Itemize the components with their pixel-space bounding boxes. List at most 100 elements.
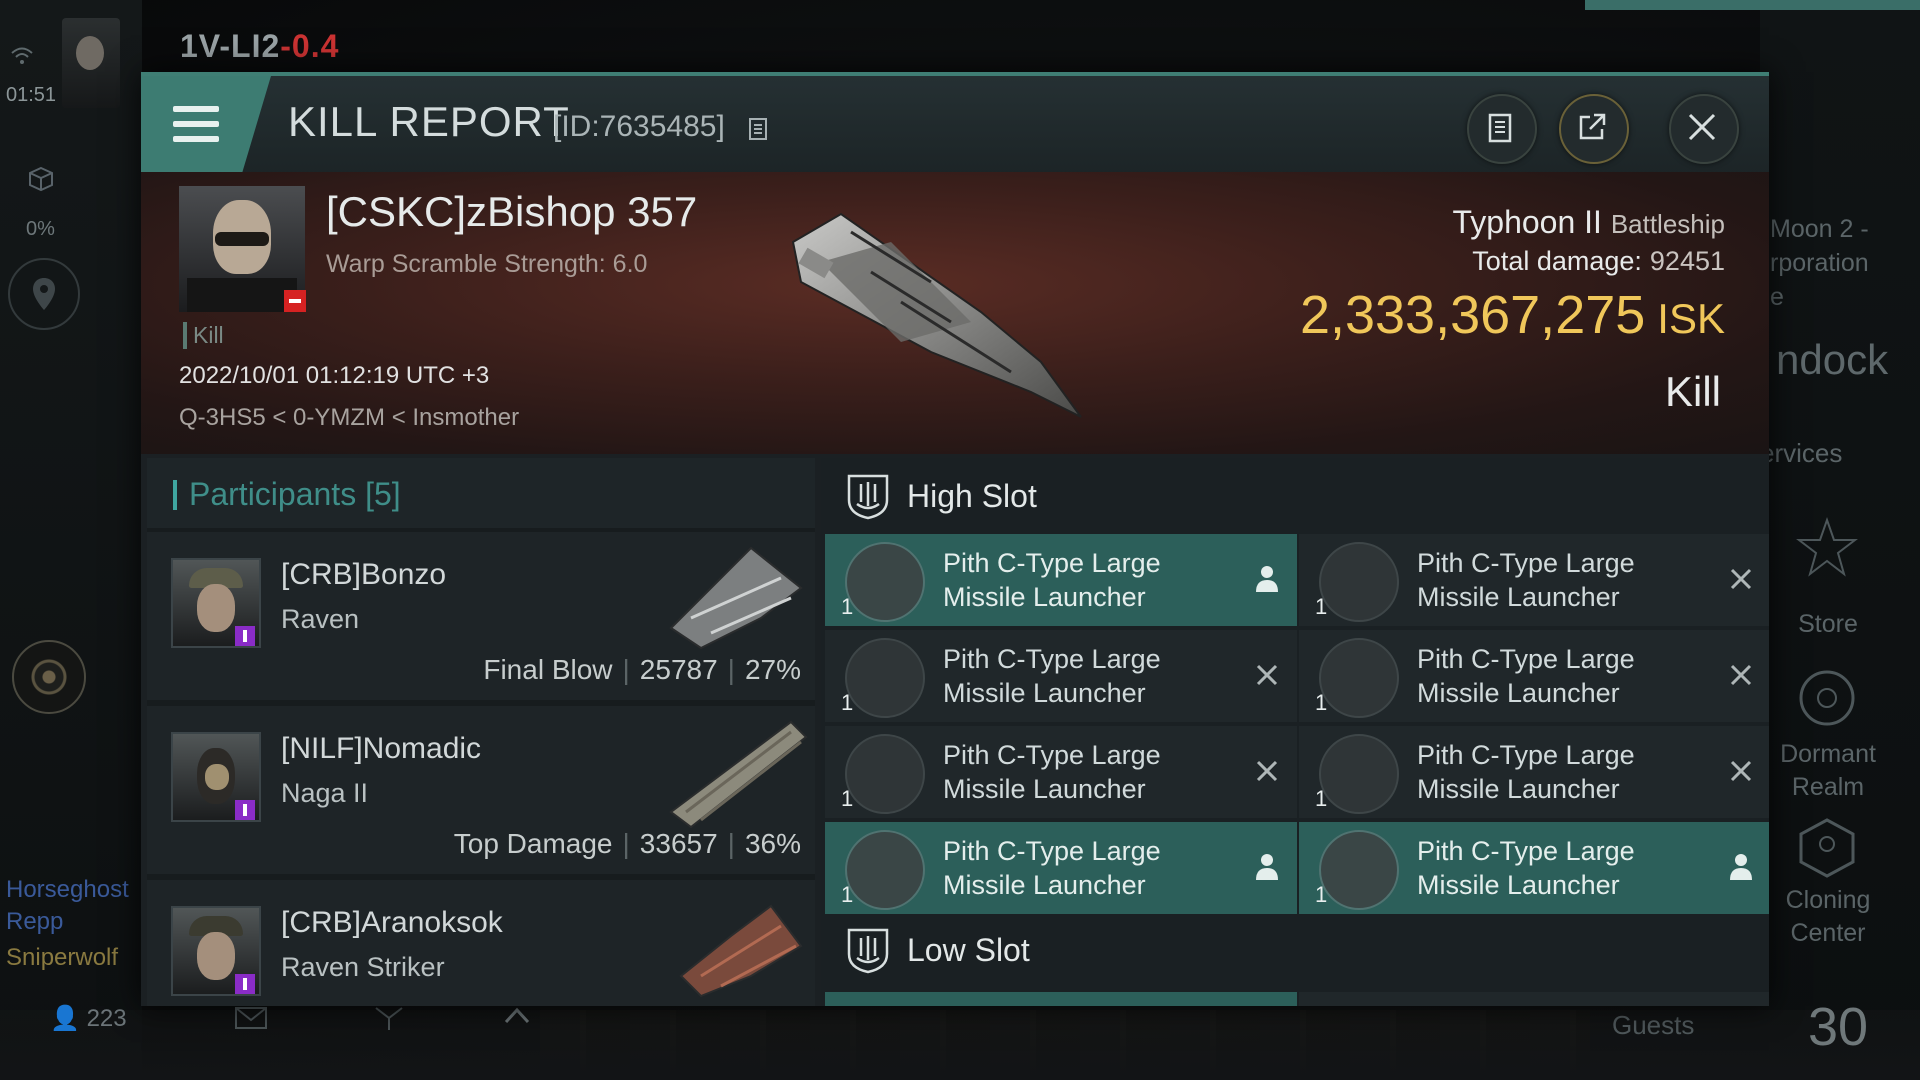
participant-ship-image <box>679 904 803 998</box>
low-slot-header[interactable]: Low Slot <box>821 912 1769 988</box>
module-quantity: 1 <box>1315 882 1328 907</box>
slot-item[interactable]: 1 Pith C-Type Large Missile Launcher <box>1299 822 1769 914</box>
destroyed-icon <box>1256 760 1278 782</box>
dormant-realm-button[interactable]: Dormant Realm <box>1758 738 1898 804</box>
participant-name: [CRB]Aranoksok <box>281 906 503 939</box>
participant-ship: Raven Striker <box>281 952 445 982</box>
module-name: Pith C-Type Large Missile Launcher <box>943 836 1161 900</box>
store-button[interactable]: Store <box>1758 608 1898 641</box>
moon-label: Moon 2 - rporation e <box>1770 215 1869 311</box>
participant-name: [NILF]Nomadic <box>281 732 482 765</box>
slot-item[interactable]: 1 Pith C-Type Large Missile Launcher <box>1299 726 1769 818</box>
standing-badge <box>235 626 255 646</box>
module-quantity: 1 <box>841 594 854 619</box>
participant-name: [CRB]Bonzo <box>281 558 447 591</box>
cloning-center-icon <box>1799 818 1855 878</box>
slot-item-partial[interactable] <box>1299 992 1769 1006</box>
fitting-panel: High Slot 1 Pith C-Type Large Missile La… <box>821 458 1769 1006</box>
chat-name-3[interactable]: Sniperwolf <box>6 944 118 972</box>
slot-item-partial[interactable] <box>825 992 1297 1006</box>
slot-item[interactable]: 1 Pith C-Type Large Missile Launcher <box>825 534 1297 626</box>
close-icon <box>1688 113 1716 141</box>
guests-count: 30 <box>1808 997 1869 1057</box>
pilot-icon <box>1256 566 1278 592</box>
chat-name-1[interactable]: Horseghost <box>6 876 129 904</box>
hostile-badge <box>284 290 306 312</box>
chevron-up-icon[interactable] <box>500 1002 534 1030</box>
wifi-icon <box>11 47 33 64</box>
slot-item[interactable]: 1 Pith C-Type Large Missile Launcher <box>825 726 1297 818</box>
destroyed-icon <box>1730 664 1752 686</box>
module-icon <box>845 638 925 718</box>
cloning-center-button[interactable]: Cloning Center <box>1758 884 1898 950</box>
kill-date: 2022/10/01 01:12:19 UTC +3 <box>179 362 490 389</box>
dialog-title: KILL REPORT <box>288 98 570 145</box>
module-quantity: 1 <box>841 882 854 907</box>
local-count[interactable]: 👤 223 <box>50 1004 127 1033</box>
module-name: Pith C-Type Large Missile Launcher <box>1417 836 1635 900</box>
store-icon <box>1796 516 1858 577</box>
slot-item[interactable]: 1 Pith C-Type Large Missile Launcher <box>1299 534 1769 626</box>
module-icon <box>1319 542 1399 622</box>
participants-header[interactable]: Participants [5] <box>147 458 815 528</box>
module-quantity: 1 <box>1315 786 1328 811</box>
top-accent-bar <box>1585 0 1920 10</box>
filter-icon[interactable] <box>372 1004 406 1032</box>
participant-damage: 33657 <box>639 828 718 859</box>
guests-label[interactable]: Guests <box>1612 1010 1694 1041</box>
player-avatar[interactable] <box>62 18 120 108</box>
location-button[interactable] <box>8 258 80 330</box>
low-slot-icon <box>847 928 889 974</box>
copy-icon[interactable] <box>747 116 769 142</box>
high-slot-header[interactable]: High Slot <box>821 458 1769 534</box>
participant-label: Final Blow <box>483 654 613 685</box>
system-name[interactable]: 1V-LI2-0.4 <box>180 28 339 65</box>
ship-class: Battleship <box>1610 209 1725 239</box>
cargo-percent: 0% <box>26 218 55 240</box>
undock-button[interactable]: ndock <box>1776 336 1888 384</box>
module-icon <box>845 830 925 910</box>
destroyed-icon <box>1730 760 1752 782</box>
participants-panel: Participants [5] [CRB]Bonzo Raven Final … <box>147 458 815 1006</box>
kill-report-dialog: KILL REPORT [ID:7635485] [CSKC]zBishop 3… <box>141 72 1769 1006</box>
cargo-icon[interactable] <box>28 166 54 192</box>
module-icon <box>845 542 925 622</box>
participant-ship-image <box>669 720 808 829</box>
low-slot-title: Low Slot <box>907 932 1030 968</box>
module-quantity: 1 <box>841 690 854 715</box>
slot-item[interactable]: 1 Pith C-Type Large Missile Launcher <box>825 630 1297 722</box>
module-quantity: 1 <box>1315 690 1328 715</box>
participant-row[interactable]: [CRB]Bonzo Raven Final Blow | 25787 | 27% <box>147 532 815 700</box>
participant-row[interactable]: [CRB]Aranoksok Raven Striker <box>147 880 815 1006</box>
chat-name-2[interactable]: Repp <box>6 908 63 936</box>
kill-tag: Kill <box>183 322 224 349</box>
module-icon <box>1319 734 1399 814</box>
victim-name[interactable]: [CSKC]zBishop 357 <box>326 188 697 236</box>
total-damage: Total damage: 92451 <box>1472 246 1725 277</box>
high-slot-icon <box>847 474 889 520</box>
slot-item[interactable]: 1 Pith C-Type Large Missile Launcher <box>1299 630 1769 722</box>
share-button[interactable] <box>1559 94 1629 164</box>
destroyed-icon <box>1730 568 1752 590</box>
dialog-header: KILL REPORT [ID:7635485] <box>141 72 1769 176</box>
isk-unit: ISK <box>1657 295 1725 342</box>
module-icon <box>1319 638 1399 718</box>
pilot-icon <box>1730 854 1752 880</box>
share-icon <box>1579 113 1606 140</box>
warp-scramble: Warp Scramble Strength: 6.0 <box>326 250 648 278</box>
person-icon: 👤 <box>50 1005 80 1032</box>
kill-location[interactable]: Q-3HS5 < 0-YMZM < Insmother <box>179 404 519 432</box>
radar-icon[interactable] <box>12 640 86 714</box>
ship-type[interactable]: Typhoon II Battleship <box>1452 204 1725 241</box>
slot-item[interactable]: 1 Pith C-Type Large Missile Launcher <box>825 822 1297 914</box>
menu-button[interactable] <box>141 76 271 172</box>
participant-row[interactable]: [NILF]Nomadic Naga II Top Damage | 33657 | 3… <box>147 706 815 874</box>
close-button[interactable] <box>1669 94 1739 164</box>
report-button[interactable] <box>1467 94 1537 164</box>
participant-stats: Final Blow | 25787 | 27% <box>483 654 801 685</box>
module-quantity: 1 <box>841 786 854 811</box>
mail-icon[interactable] <box>234 1004 268 1032</box>
isk-value: 2,333,367,275 ISK <box>1300 284 1725 346</box>
victim-ship-image[interactable] <box>781 202 1111 432</box>
system-name-text: 1V-LI2 <box>180 28 281 64</box>
